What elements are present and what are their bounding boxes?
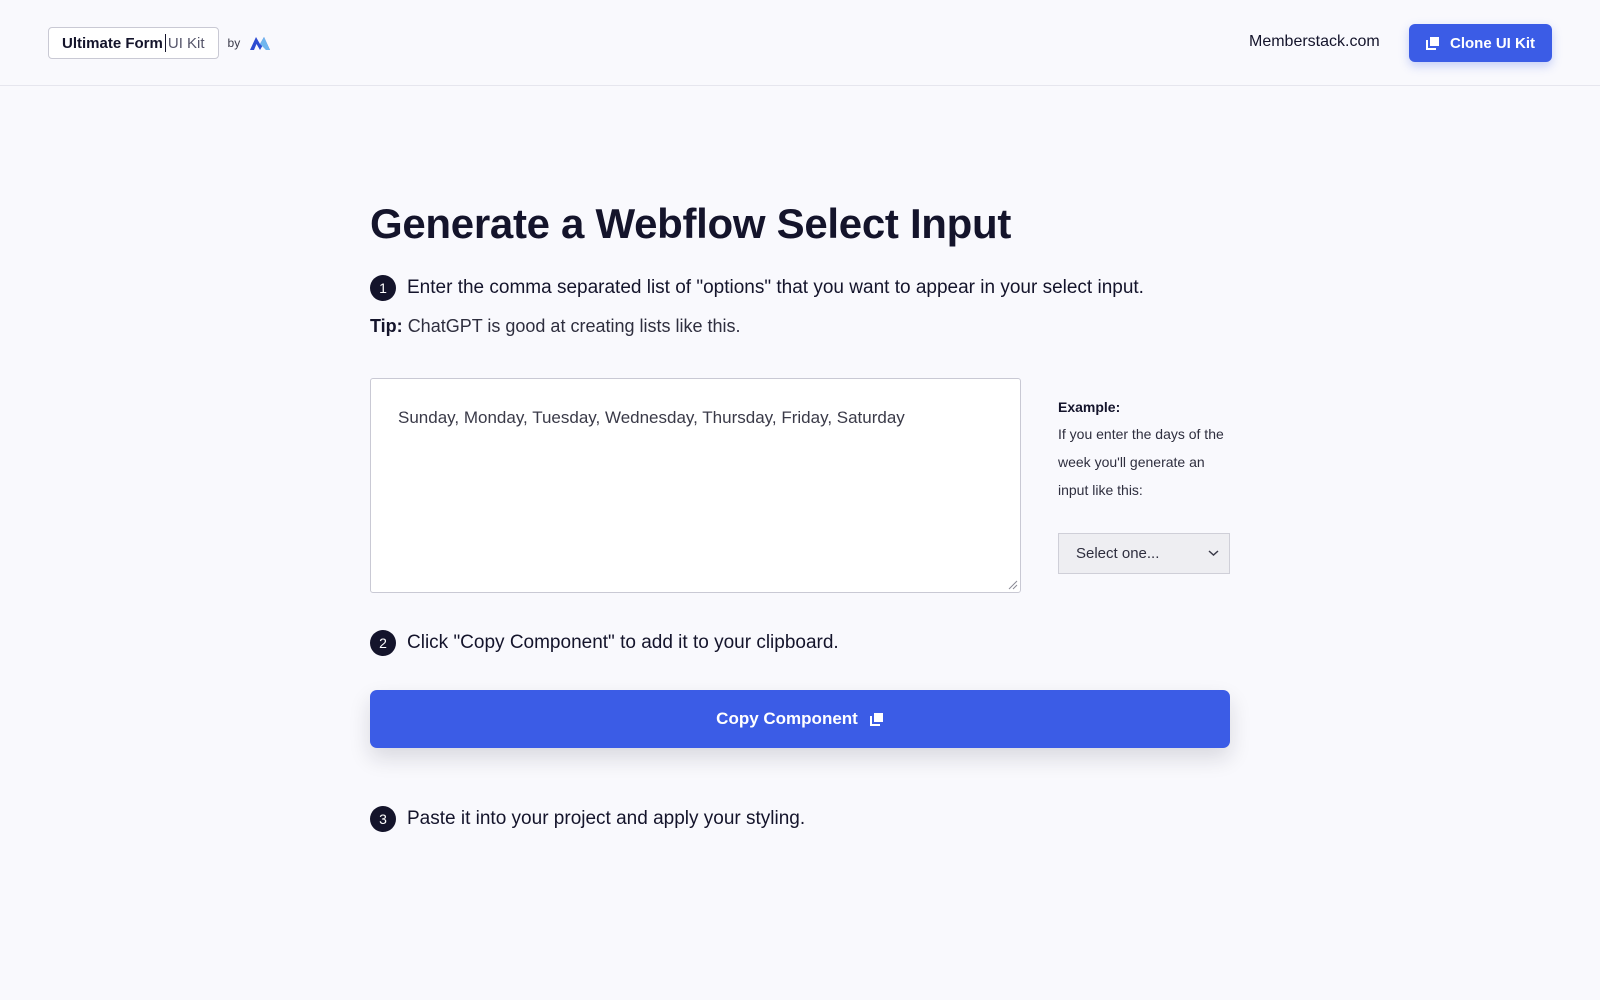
example-select-value: Select one... [1076,545,1160,562]
copy-component-label: Copy Component [716,709,858,728]
clone-ui-kit-button[interactable]: Clone UI Kit [1409,24,1552,62]
step-number-badge: 2 [370,630,396,656]
copy-icon [1426,37,1439,50]
brand[interactable]: Ultimate Form UI Kit by [48,27,271,59]
copy-icon [869,713,883,726]
step-text: Click "Copy Component" to add it to your… [407,632,839,653]
step-1: 1 Enter the comma separated list of "opt… [370,275,1144,301]
step-2: 2 Click "Copy Component" to add it to yo… [370,630,839,656]
page-title: Generate a Webflow Select Input [370,200,1012,247]
brand-by-label: by [227,36,241,50]
memberstack-logo-icon[interactable] [249,35,271,51]
copy-component-button[interactable]: Copy Component [370,690,1230,748]
tip-text: ChatGPT is good at creating lists like t… [407,316,741,336]
step-number-badge: 3 [370,806,396,832]
step-3: 3 Paste it into your project and apply y… [370,806,805,832]
options-input[interactable]: Sunday, Monday, Tuesday, Wednesday, Thur… [370,378,1021,593]
step-text: Paste it into your project and apply you… [407,808,806,829]
chevron-down-icon [1208,550,1219,557]
clone-ui-kit-label: Clone UI Kit [1450,34,1535,52]
site-header: Ultimate Form UI Kit by Memberstack.com … [0,0,1600,86]
step-text: Enter the comma separated list of "optio… [407,277,1144,298]
example-text: If you enter the days of the week you'll… [1058,426,1224,498]
brand-name-light: UI Kit [167,34,205,52]
brand-box[interactable]: Ultimate Form UI Kit [48,27,219,59]
brand-divider [164,34,166,52]
tip-label: Tip: [370,316,403,336]
example-select[interactable]: Select one... [1058,533,1230,574]
example-title: Example: [1058,399,1121,415]
resize-handle-icon[interactable] [1008,580,1018,590]
tip: Tip: ChatGPT is good at creating lists l… [370,316,741,337]
brand-name-bold: Ultimate Form [62,34,163,52]
memberstack-link[interactable]: Memberstack.com [1249,33,1380,51]
example-panel: Example: If you enter the days of the we… [1058,399,1238,504]
step-number-badge: 1 [370,275,396,301]
